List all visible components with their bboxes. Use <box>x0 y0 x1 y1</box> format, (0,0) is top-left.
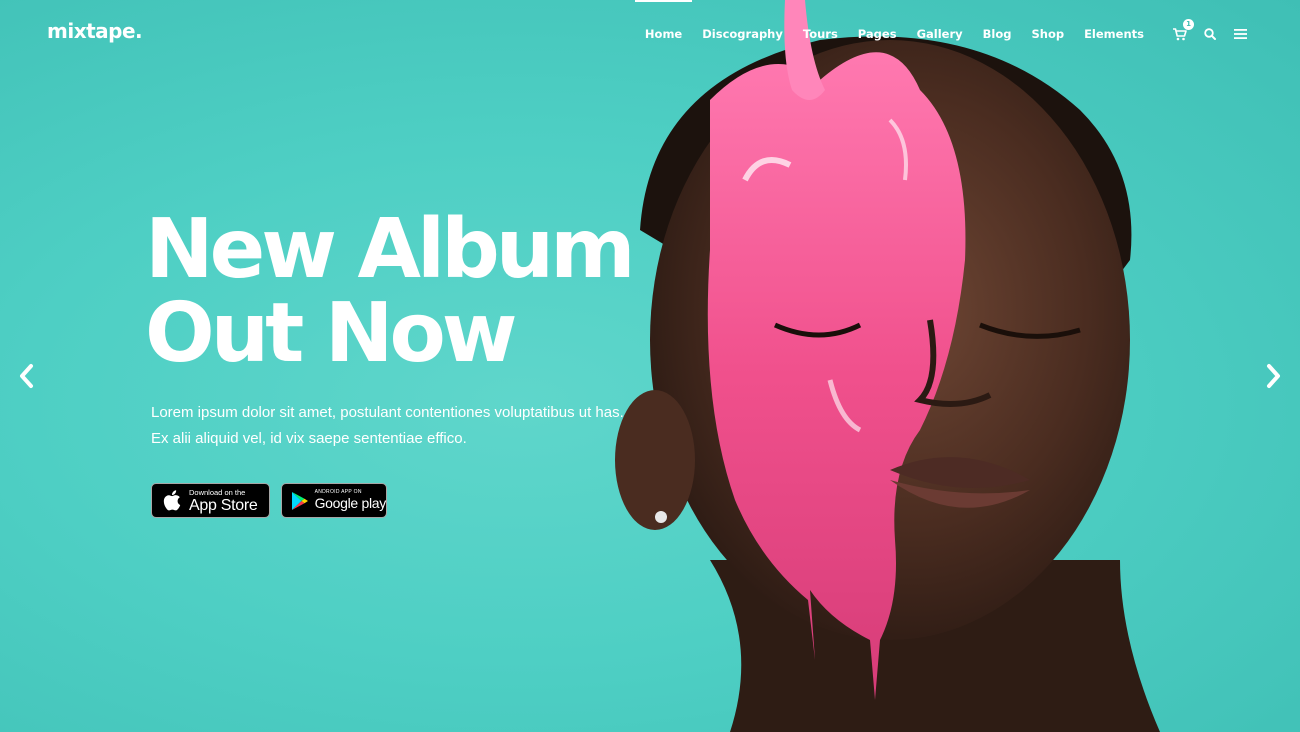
google-play-big-label: Google play <box>314 495 387 511</box>
nav-item-shop[interactable]: Shop <box>1031 27 1064 41</box>
description-line-1: Lorem ipsum dolor sit amet, postulant co… <box>151 404 624 421</box>
hero-headline: New Album Out Now <box>145 202 636 381</box>
nav-item-discography[interactable]: Discography <box>702 27 783 41</box>
google-play-text: ANDROID APP ON Google play <box>314 489 387 512</box>
app-store-big-label: App Store <box>189 496 258 514</box>
nav-item-gallery[interactable]: Gallery <box>917 27 963 41</box>
google-play-icon <box>289 489 311 513</box>
description-line-2: Ex alii aliquid vel, id vix saepe senten… <box>151 429 467 447</box>
hero-description: Lorem ipsum dolor sit amet, postulant co… <box>151 400 671 451</box>
site-logo[interactable]: mixtape. <box>47 19 143 43</box>
search-icon <box>1204 28 1216 40</box>
app-store-text: Download on the App Store <box>189 487 258 514</box>
app-store-small-label: Download on the <box>189 487 246 497</box>
google-play-button[interactable]: ANDROID APP ON Google play <box>281 483 387 518</box>
site-header: mixtape. Home Discography Tours Pages Ga… <box>0 0 1300 68</box>
cart-button[interactable]: 1 <box>1172 19 1194 42</box>
nav-item-home[interactable]: Home <box>634 0 693 41</box>
apple-icon <box>160 489 184 513</box>
main-nav: Home Discography Tours Pages Gallery Blo… <box>634 0 1255 68</box>
search-button[interactable] <box>1202 26 1218 42</box>
slider-next-button[interactable] <box>1261 362 1285 390</box>
chevron-left-icon <box>20 364 33 388</box>
nav-item-elements[interactable]: Elements <box>1084 27 1144 41</box>
cart-count-badge: 1 <box>1183 19 1194 30</box>
cart-icon <box>1173 27 1187 40</box>
nav-item-pages[interactable]: Pages <box>858 27 897 41</box>
headline-line-1: New Album <box>145 202 636 297</box>
app-store-button[interactable]: Download on the App Store <box>151 483 270 518</box>
menu-icon <box>1233 29 1247 39</box>
nav-item-blog[interactable]: Blog <box>983 27 1012 41</box>
chevron-right-icon <box>1267 364 1280 388</box>
menu-button[interactable] <box>1232 26 1248 42</box>
hero-portrait-image <box>615 0 1160 732</box>
slider-prev-button[interactable] <box>15 362 39 390</box>
hero-slider: mixtape. Home Discography Tours Pages Ga… <box>0 0 1300 732</box>
headline-line-2: Out Now <box>145 286 518 381</box>
nav-item-tours[interactable]: Tours <box>803 27 838 41</box>
